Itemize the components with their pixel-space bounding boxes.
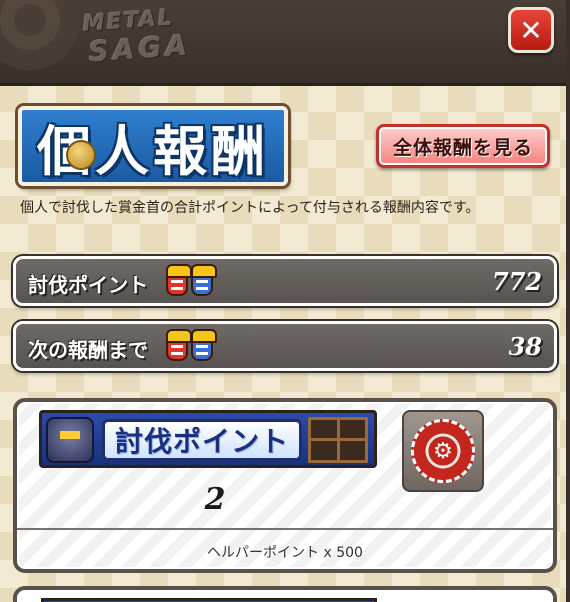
window-edge	[566, 0, 570, 602]
close-button[interactable]: ✕	[508, 7, 554, 53]
stat-row-total-points: 討伐ポイント 772	[13, 256, 557, 306]
red-oni-icon	[166, 329, 192, 361]
reward-description: ヘルパーポイント x 500	[207, 545, 363, 561]
close-icon: ✕	[519, 13, 543, 47]
reward-emblem: ⚙	[402, 410, 484, 492]
red-oni-icon	[166, 264, 192, 296]
red-gear-emblem-icon: ⚙	[411, 419, 475, 483]
top-header: METAL SAGA ✕	[0, 0, 570, 86]
blue-oni-icon	[191, 329, 217, 361]
reward-banner	[41, 598, 377, 602]
stat-label: 次の報酬まで	[28, 338, 148, 362]
robot-icon	[46, 417, 94, 463]
oni-icons	[166, 329, 217, 361]
logo-text-saga: SAGA	[87, 28, 193, 69]
reward-card-next	[13, 586, 557, 602]
gear-decoration-icon	[0, 0, 80, 70]
stat-value: 38	[508, 332, 542, 361]
reward-banner-label: 討伐ポイント	[102, 419, 302, 461]
stat-row-next-reward: 次の報酬まで 38	[13, 321, 557, 371]
divider	[17, 528, 553, 530]
page-title-banner: 個人報酬	[18, 106, 288, 186]
reward-banner: 討伐ポイント	[39, 410, 377, 468]
blue-oni-icon	[191, 264, 217, 296]
crate-icon	[308, 417, 368, 463]
reward-threshold: 2	[204, 482, 226, 517]
stat-value: 772	[491, 267, 542, 296]
view-all-rewards-button[interactable]: 全体報酬を見る	[376, 124, 550, 168]
stat-label: 討伐ポイント	[28, 273, 148, 297]
view-all-rewards-label: 全体報酬を見る	[392, 136, 533, 159]
game-logo: METAL SAGA	[82, 1, 226, 75]
coin-icon	[66, 140, 96, 170]
page-description: 個人で討伐した賞金首の合計ポイントによって付与される報酬内容です。	[20, 200, 480, 216]
reward-card: 討伐ポイント ⚙ 2 ヘルパーポイント x 500	[13, 398, 557, 573]
oni-icons	[166, 264, 217, 296]
